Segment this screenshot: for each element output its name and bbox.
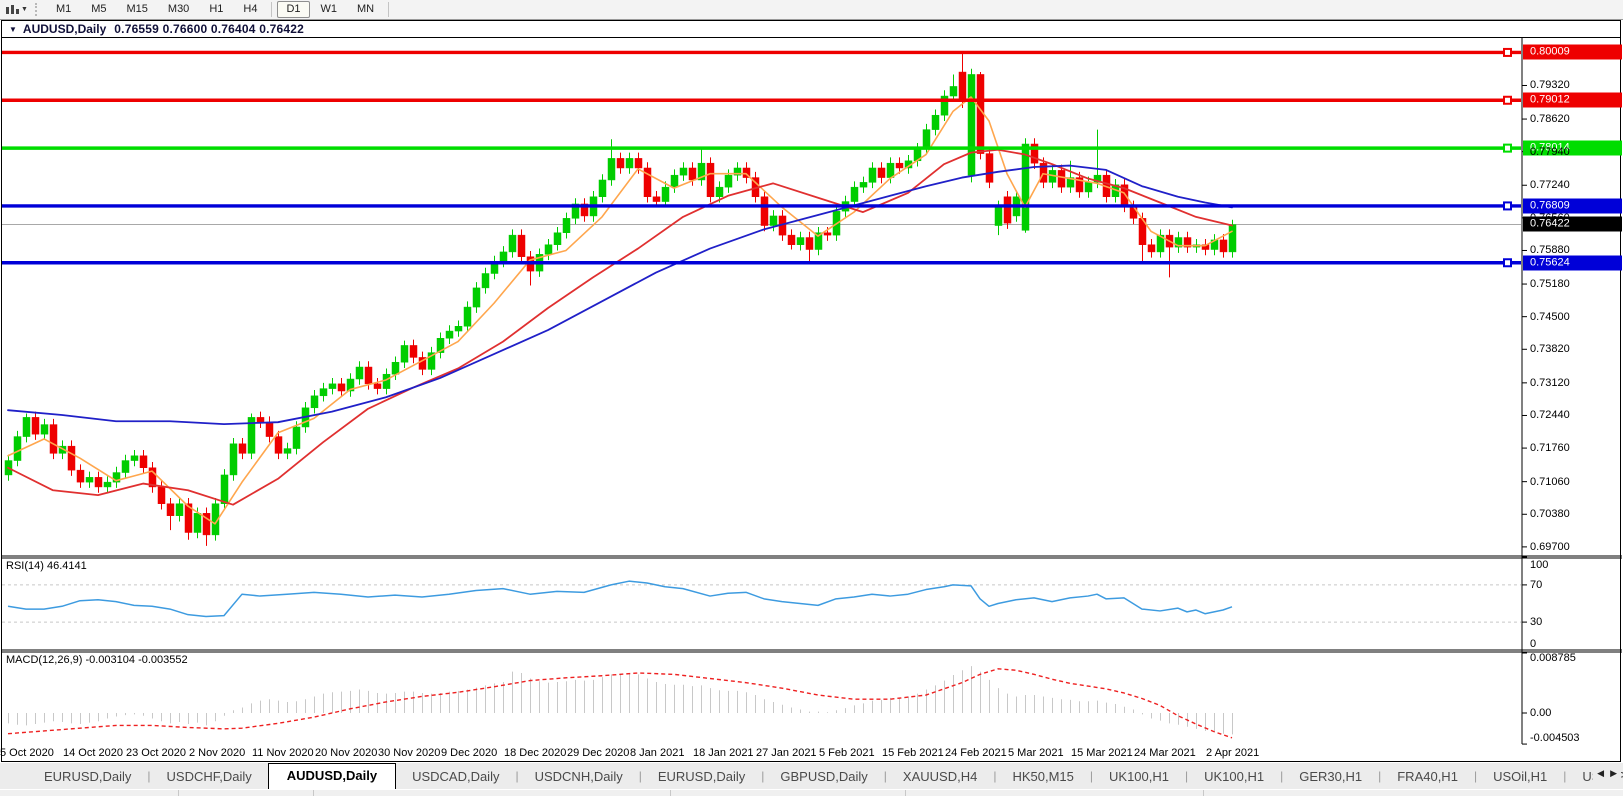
status-bar-divider — [905, 790, 906, 796]
resistance-line-0.80009[interactable] — [2, 47, 1521, 57]
chart-canvas[interactable] — [0, 0, 1623, 796]
tab-eurusd-daily[interactable]: EURUSD,Daily — [642, 765, 761, 789]
toolbar-separator — [388, 2, 390, 17]
timeframe-button-m1[interactable]: M1 — [47, 1, 80, 18]
tab-usoil-h1[interactable]: USOil,H1 — [1477, 765, 1563, 789]
chart-type-icon[interactable] — [4, 3, 20, 17]
resistance-line-0.78014[interactable] — [2, 143, 1521, 153]
status-bar — [0, 789, 1623, 796]
collapse-icon[interactable]: ▼ — [9, 25, 17, 34]
support-line-0.75624[interactable] — [2, 258, 1521, 268]
tab-usdcad-daily[interactable]: USDCAD,Daily — [396, 765, 515, 789]
status-bar-divider — [178, 790, 179, 796]
moving-average-mid — [7, 148, 1233, 506]
resistance-line-0.79012[interactable] — [2, 95, 1521, 105]
timeframe-button-m5[interactable]: M5 — [82, 1, 115, 18]
tab-uk100-h1[interactable]: UK100,H1 — [1188, 765, 1280, 789]
chart-tab-bar: EURUSD,Daily | USDCHF,Daily AUDUSD,Daily USD… — [0, 763, 1623, 789]
tab-eurusd-daily[interactable]: EURUSD,Daily — [28, 765, 147, 789]
tab-audusd-daily[interactable]: AUDUSD,Daily — [267, 763, 397, 789]
timeframe-buttons: M1 M5 M15 M30 H1 H4 D1 W1 MN — [46, 1, 393, 18]
tab-xauusd-h4[interactable]: XAUUSD,H4 — [887, 765, 993, 789]
chevron-down-icon[interactable]: ▼ — [21, 6, 28, 13]
chart-title-bar[interactable]: ▼ AUDUSD,Daily 0.76559 0.76600 0.76404 0… — [2, 21, 1620, 38]
timeframe-button-h4[interactable]: H4 — [234, 1, 266, 18]
status-bar-divider — [1203, 790, 1204, 796]
toolbar-separator — [271, 2, 273, 17]
timeframe-toolbar: ▼ M1 M5 M15 M30 H1 H4 D1 W1 MN — [0, 0, 1623, 20]
tab-ger30-h1[interactable]: GER30,H1 — [1283, 765, 1378, 789]
tab-usdcnh-daily[interactable]: USDCNH,Daily — [519, 765, 639, 789]
trading-terminal: ▼ M1 M5 M15 M30 H1 H4 D1 W1 MN ▼ AUDUSD,Daily 0.… — [0, 0, 1623, 796]
tab-gbpusd-daily[interactable]: GBPUSD,Daily — [764, 765, 883, 789]
tab-scroll-buttons: ◀ ▶ — [1593, 766, 1621, 781]
tab-scroll-left-icon[interactable]: ◀ — [1597, 768, 1604, 779]
macd-histogram — [8, 666, 1233, 735]
tab-fra40-h1[interactable]: FRA40,H1 — [1381, 765, 1474, 789]
toolbar-grip[interactable] — [34, 3, 40, 16]
timeframe-button-d1[interactable]: D1 — [277, 1, 310, 18]
tab-scroll-right-icon[interactable]: ▶ — [1610, 768, 1617, 779]
status-bar-divider — [670, 790, 671, 796]
status-bar-divider — [313, 790, 314, 796]
timeframe-button-mn[interactable]: MN — [348, 1, 383, 18]
timeframe-button-m30[interactable]: M30 — [159, 1, 198, 18]
tab-hk50-m15[interactable]: HK50,M15 — [996, 765, 1089, 789]
candlestick-series — [4, 52, 1237, 546]
timeframe-button-m15[interactable]: M15 — [118, 1, 157, 18]
chart-ohlc-values: 0.76559 0.76600 0.76404 0.76422 — [114, 22, 304, 36]
timeframe-button-w1[interactable]: W1 — [312, 1, 347, 18]
chart-symbol-label: AUDUSD,Daily — [22, 22, 107, 36]
tab-usdchf-daily[interactable]: USDCHF,Daily — [151, 765, 268, 789]
timeframe-button-h1[interactable]: H1 — [200, 1, 232, 18]
rsi-line — [7, 580, 1233, 618]
tab-uk100-h1[interactable]: UK100,H1 — [1093, 765, 1185, 789]
